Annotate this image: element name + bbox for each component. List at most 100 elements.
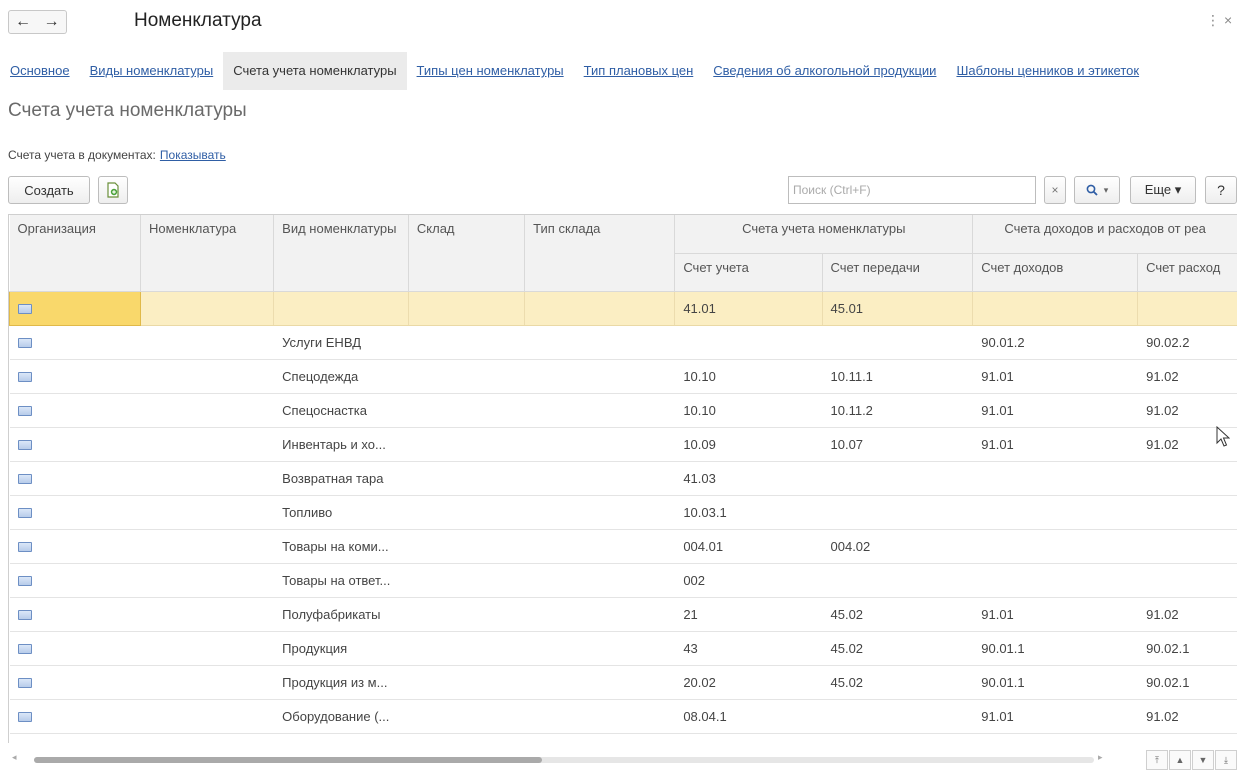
more-icon[interactable]: ⋮ (1206, 12, 1220, 29)
cell-transfer[interactable]: 45.02 (822, 597, 973, 632)
cell-transfer[interactable]: 10.11.2 (822, 393, 973, 428)
cell-account[interactable]: 08.04.1 (674, 699, 822, 734)
cell-warehouse-type[interactable] (524, 427, 675, 462)
cell-nomenclature[interactable] (140, 529, 274, 564)
cell-income[interactable] (972, 291, 1139, 326)
cell-account[interactable]: 41.03 (674, 461, 822, 496)
cell-warehouse-type[interactable] (524, 631, 675, 666)
cell-warehouse-type[interactable] (524, 597, 675, 632)
cell-account[interactable] (674, 325, 822, 360)
column-header-nomenclature[interactable]: Номенклатура (140, 215, 275, 292)
cell-expense[interactable]: 90.02.1 (1137, 631, 1237, 666)
cell-organization[interactable] (9, 665, 141, 700)
cell-warehouse[interactable] (408, 631, 525, 666)
table-row[interactable]: 41.01 45.01 (9, 290, 1237, 326)
cell-income[interactable]: 91.01 (972, 699, 1138, 734)
cell-kind[interactable]: Оборудование (... (273, 699, 409, 734)
search-button[interactable]: ▾ (1074, 176, 1120, 204)
show-link[interactable]: Показывать (160, 148, 226, 162)
cell-nomenclature[interactable] (140, 699, 274, 734)
table-row[interactable]: Инвентарь и хо... 10.09 10.07 91.01 91.02 (9, 427, 1237, 462)
cell-warehouse[interactable] (408, 359, 525, 394)
cell-warehouse-type[interactable] (524, 665, 675, 700)
cell-warehouse-type[interactable] (524, 359, 675, 394)
tab-alcohol-info[interactable]: Сведения об алкогольной продукции (703, 52, 946, 90)
cell-account[interactable]: 21 (674, 597, 822, 632)
cell-transfer[interactable] (822, 325, 973, 360)
cell-account[interactable]: 10.03.1 (674, 495, 822, 530)
cell-kind[interactable]: Спецоснастка (273, 393, 409, 428)
cell-transfer[interactable]: 10.11.1 (822, 359, 973, 394)
cell-organization[interactable] (9, 325, 141, 360)
accounts-table[interactable]: Организация Номенклатура Вид номенклатур… (8, 214, 1237, 743)
column-header-expense[interactable]: Счет расход (1137, 253, 1237, 292)
table-row[interactable]: Продукция из м... 20.02 45.02 90.01.1 90.02.… (9, 665, 1237, 700)
cell-expense[interactable] (1137, 291, 1237, 326)
column-header-kind[interactable]: Вид номенклатуры (273, 215, 409, 292)
cell-nomenclature[interactable] (140, 461, 274, 496)
cell-transfer[interactable]: 004.02 (822, 529, 973, 564)
cell-expense[interactable]: 91.02 (1137, 597, 1237, 632)
cell-nomenclature[interactable] (140, 427, 274, 462)
scroll-top-button[interactable]: ⤒ (1146, 750, 1168, 770)
cell-warehouse-type[interactable] (524, 563, 675, 598)
cell-warehouse[interactable] (408, 291, 526, 326)
table-row[interactable]: Полуфабрикаты 21 45.02 91.01 91.02 (9, 597, 1237, 632)
scroll-right-icon[interactable]: ▸ (1098, 752, 1103, 763)
cell-kind[interactable]: Услуги ЕНВД (273, 325, 409, 360)
cell-warehouse[interactable] (408, 461, 525, 496)
cell-transfer[interactable]: 45.02 (822, 665, 973, 700)
cell-transfer[interactable] (822, 563, 973, 598)
cell-kind[interactable] (273, 291, 409, 326)
cell-warehouse[interactable] (408, 529, 525, 564)
cell-transfer[interactable] (822, 699, 973, 734)
cell-account[interactable]: 43 (674, 631, 822, 666)
cell-kind[interactable]: Полуфабрикаты (273, 597, 409, 632)
cell-organization[interactable] (9, 290, 141, 326)
column-header-income[interactable]: Счет доходов (972, 253, 1139, 292)
table-row[interactable]: Товары на ответ... 002 (9, 563, 1237, 598)
scroll-down-button[interactable]: ▼ (1192, 750, 1214, 770)
cell-account[interactable]: 10.10 (674, 359, 822, 394)
cell-organization[interactable] (9, 461, 141, 496)
cell-transfer[interactable] (822, 461, 973, 496)
cell-organization[interactable] (9, 495, 141, 530)
cell-nomenclature[interactable] (140, 495, 274, 530)
cell-warehouse[interactable] (408, 597, 525, 632)
cell-warehouse[interactable] (408, 427, 525, 462)
cell-income[interactable] (972, 495, 1138, 530)
cell-organization[interactable] (9, 699, 141, 734)
cell-organization[interactable] (9, 597, 141, 632)
create-button[interactable]: Создать (8, 176, 90, 204)
table-row[interactable]: Топливо 10.03.1 (9, 495, 1237, 530)
tab-main[interactable]: Основное (0, 52, 80, 90)
clear-search-button[interactable]: × (1044, 176, 1066, 204)
cell-warehouse[interactable] (408, 665, 525, 700)
cell-expense[interactable] (1137, 563, 1237, 598)
cell-kind[interactable]: Товары на коми... (273, 529, 409, 564)
cell-warehouse[interactable] (408, 325, 525, 360)
cell-organization[interactable] (9, 393, 141, 428)
cell-warehouse-type[interactable] (524, 529, 675, 564)
cell-expense[interactable] (1137, 529, 1237, 564)
cell-warehouse[interactable] (408, 393, 525, 428)
cell-income[interactable] (972, 563, 1138, 598)
scroll-bottom-button[interactable]: ⤓ (1215, 750, 1237, 770)
cell-expense[interactable] (1137, 495, 1237, 530)
cell-expense[interactable]: 91.02 (1137, 699, 1237, 734)
cell-transfer[interactable]: 10.07 (822, 427, 973, 462)
cell-organization[interactable] (9, 563, 141, 598)
scroll-thumb[interactable] (34, 757, 542, 763)
close-icon[interactable]: × (1224, 12, 1232, 28)
scroll-up-button[interactable]: ▲ (1169, 750, 1191, 770)
cell-income[interactable]: 90.01.2 (972, 325, 1138, 360)
cell-income[interactable] (972, 529, 1138, 564)
cell-income[interactable] (972, 461, 1138, 496)
table-row[interactable]: Продукция 43 45.02 90.01.1 90.02.1 (9, 631, 1237, 666)
cell-nomenclature[interactable] (140, 393, 274, 428)
column-header-account[interactable]: Счет учета (674, 253, 823, 292)
tab-price-types[interactable]: Типы цен номенклатуры (407, 52, 574, 90)
table-row[interactable]: Услуги ЕНВД 90.01.2 90.02.2 (9, 325, 1237, 360)
cell-transfer[interactable]: 45.02 (822, 631, 973, 666)
cell-account[interactable]: 41.01 (674, 291, 823, 326)
